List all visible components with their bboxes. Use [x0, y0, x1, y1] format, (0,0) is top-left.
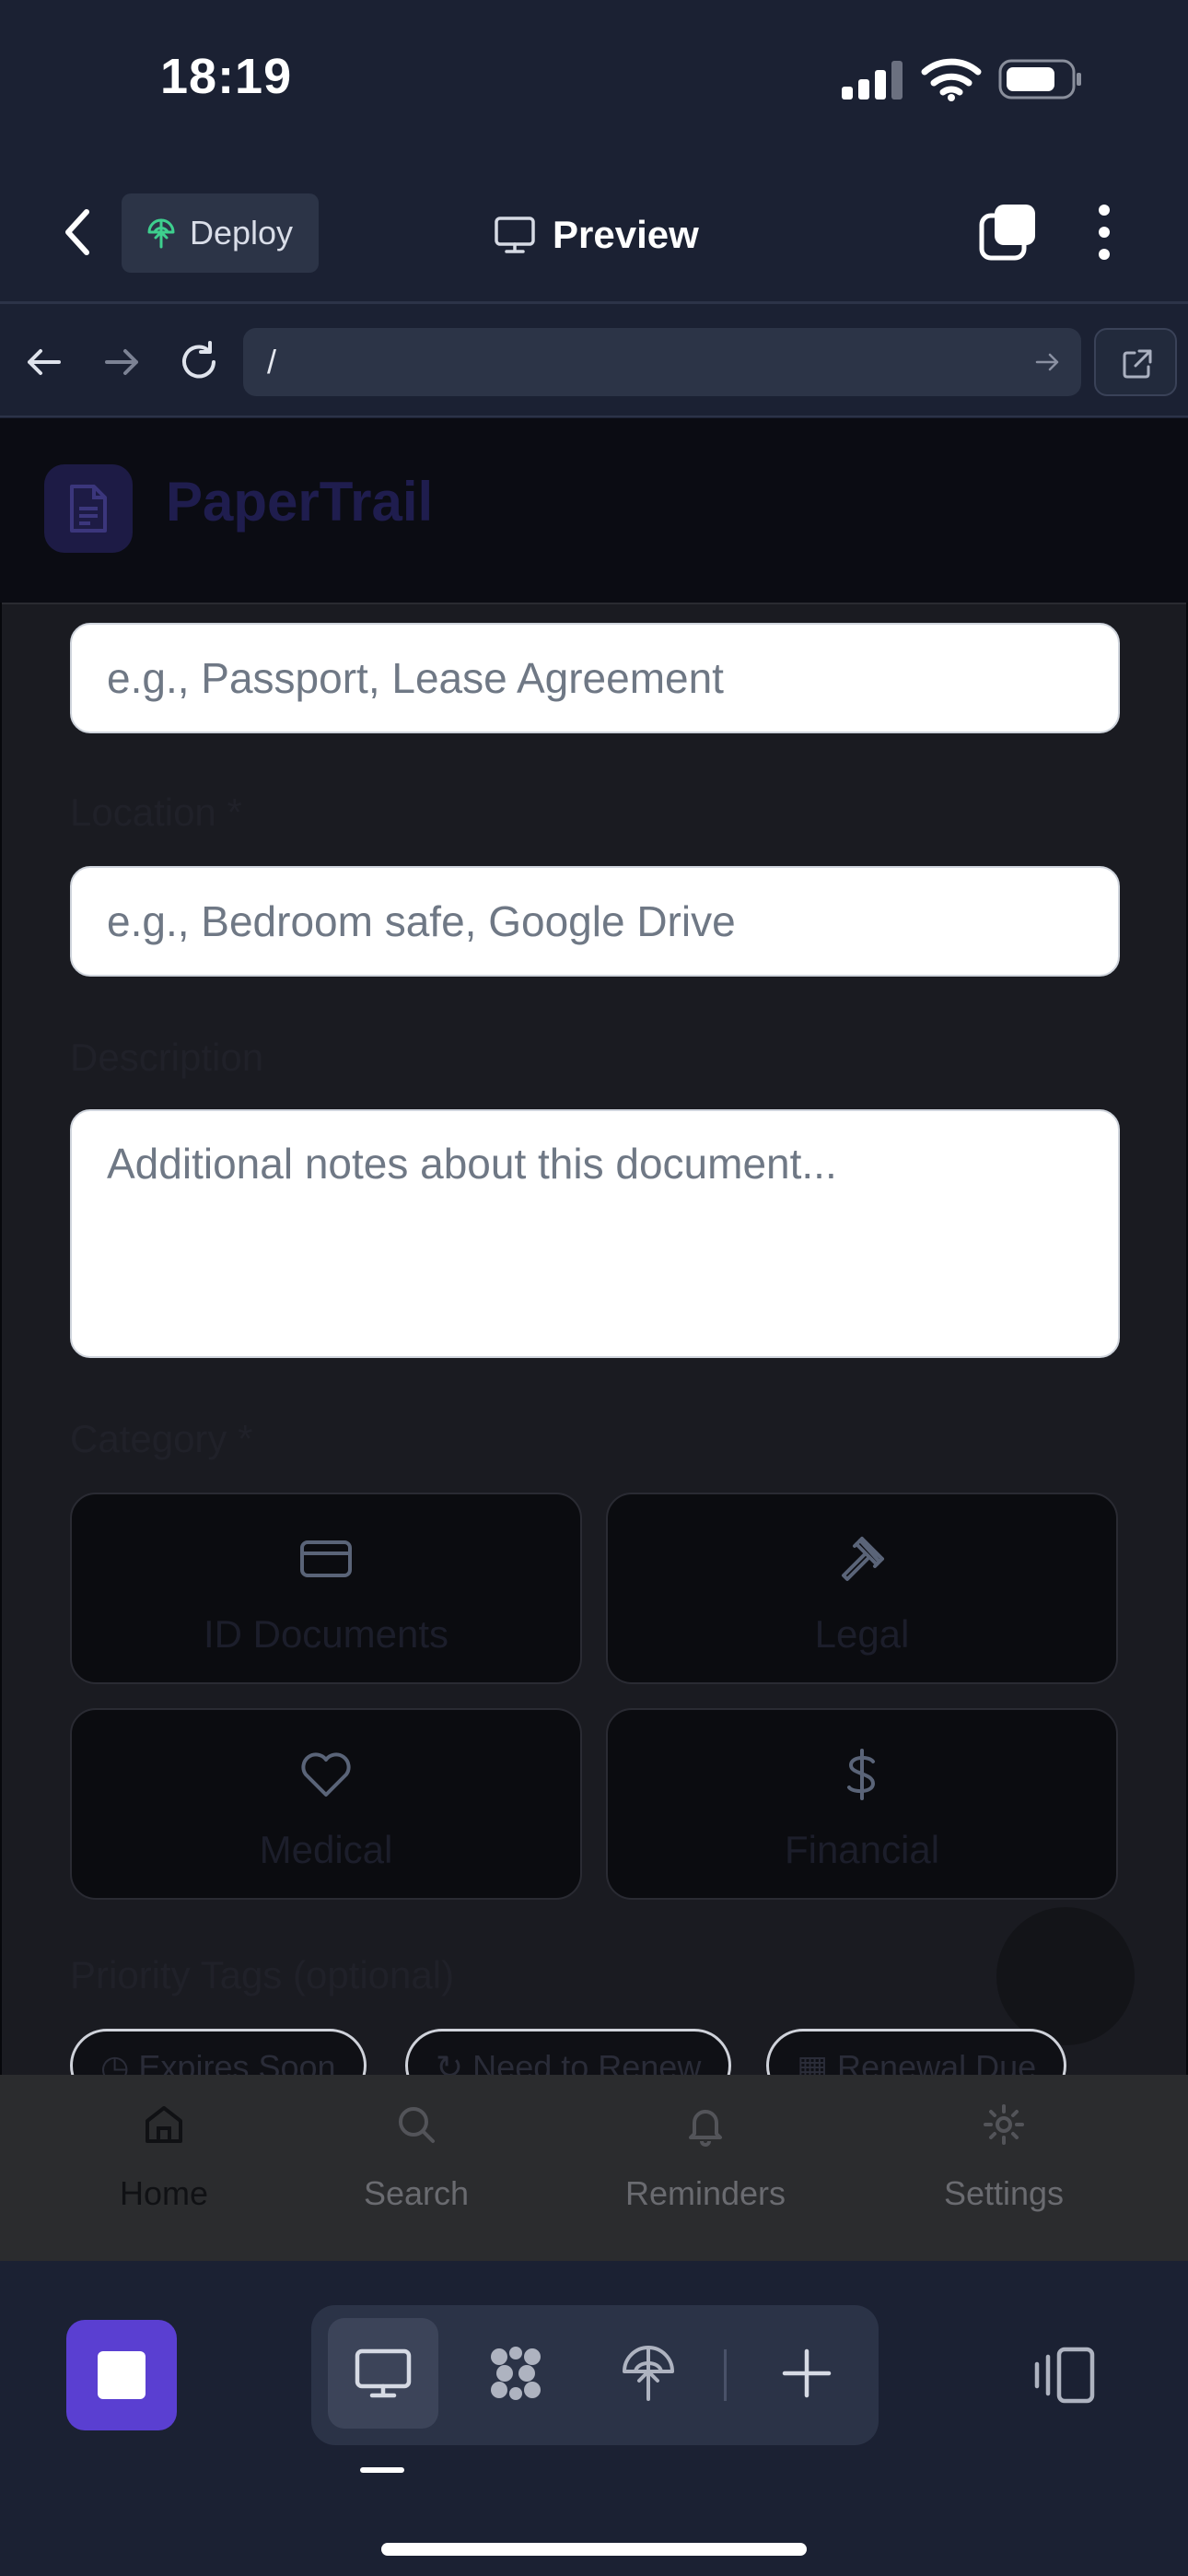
wifi-icon	[921, 58, 982, 101]
tool-group	[311, 2305, 879, 2445]
nav-home-label: Home	[119, 2174, 209, 2212]
site-bottom-nav: Home Search Reminders Settings	[0, 2075, 1188, 2261]
split-view-icon[interactable]	[1031, 2342, 1098, 2408]
open-external-button[interactable]	[1094, 328, 1177, 396]
clock-icon: ◷	[100, 2048, 139, 2075]
refresh-icon: ↻	[436, 2048, 473, 2075]
preview-tool[interactable]	[328, 2318, 438, 2429]
home-indicator	[381, 2543, 807, 2556]
category-financial[interactable]: Financial	[606, 1708, 1118, 1900]
workspace-tool[interactable]	[460, 2318, 571, 2429]
floating-action-button	[996, 1907, 1135, 2045]
tag-renewal-due-label: Renewal Due	[837, 2048, 1037, 2075]
category-id-documents[interactable]: ID Documents	[70, 1493, 582, 1684]
description-label: Description	[70, 1036, 264, 1079]
reload-icon[interactable]	[177, 340, 221, 384]
cellular-signal-icon	[842, 61, 903, 100]
nav-reminders[interactable]: Reminders	[604, 2102, 807, 2213]
deploy-tool[interactable]	[593, 2318, 704, 2429]
gavel-icon	[842, 1537, 884, 1581]
priority-tags-label: Priority Tags (optional)	[70, 1953, 455, 1996]
url-input[interactable]	[267, 337, 1004, 387]
category-medical[interactable]: Medical	[70, 1708, 582, 1900]
url-bar[interactable]	[243, 328, 1081, 396]
monitor-icon	[495, 217, 535, 253]
search-icon	[399, 2107, 435, 2143]
desktop-icon	[355, 2348, 412, 2398]
category-financial-label: Financial	[784, 1828, 940, 1871]
category-legal[interactable]: Legal	[606, 1493, 1118, 1684]
nav-search-label: Search	[363, 2174, 470, 2212]
clock: 18:19	[160, 49, 293, 104]
site-name: PaperTrail	[166, 471, 434, 533]
deploy-icon	[147, 218, 175, 249]
preview-title: Preview	[494, 203, 699, 267]
nav-home[interactable]: Home	[63, 2102, 265, 2213]
nav-settings-label: Settings	[943, 2174, 1065, 2212]
bottom-dock	[0, 2261, 1188, 2576]
description-field[interactable]	[70, 1109, 1120, 1358]
add-tool[interactable]	[751, 2318, 862, 2429]
tag-expires-soon-label: Expires Soon	[138, 2048, 336, 2075]
dollar-icon	[847, 1749, 876, 1800]
more-options-icon[interactable]	[1090, 203, 1118, 262]
battery-icon	[998, 59, 1081, 100]
category-medical-label: Medical	[259, 1828, 393, 1871]
nav-settings[interactable]: Settings	[903, 2102, 1105, 2213]
deploy-label: Deploy	[190, 214, 294, 252]
location-field[interactable]	[70, 866, 1120, 977]
category-label: Category *	[70, 1417, 253, 1460]
back-chevron-icon[interactable]	[55, 205, 101, 260]
stop-icon	[98, 2351, 146, 2399]
go-arrow-icon[interactable]	[1033, 348, 1061, 376]
tool-separator	[724, 2349, 727, 2401]
tag-need-to-renew[interactable]: ↻ Need to Renew	[405, 2029, 732, 2075]
heart-icon	[301, 1752, 351, 1797]
deploy-icon	[623, 2346, 674, 2401]
browser-bar	[0, 307, 1188, 417]
calendar-icon: ▦	[797, 2048, 838, 2075]
deploy-button[interactable]: Deploy	[122, 193, 319, 273]
add-document-modal: Location * Description Category * ID Doc…	[2, 603, 1186, 2075]
back-arrow-icon[interactable]	[22, 340, 66, 384]
location-label: Location *	[70, 790, 242, 834]
grid-icon	[491, 2347, 541, 2400]
site-header: PaperTrail	[0, 418, 1188, 603]
credit-card-icon	[300, 1540, 352, 1577]
external-link-icon	[1123, 349, 1152, 379]
document-name-input[interactable]	[72, 625, 1118, 732]
location-input[interactable]	[72, 868, 1118, 975]
category-legal-label: Legal	[814, 1612, 910, 1656]
tag-renewal-due[interactable]: ▦ Renewal Due	[766, 2029, 1067, 2075]
app-toolbar: Deploy Preview	[0, 166, 1188, 304]
forward-arrow-icon[interactable]	[99, 340, 144, 384]
app-logo	[44, 464, 133, 553]
document-name-field[interactable]	[70, 623, 1120, 733]
nav-reminders-label: Reminders	[624, 2174, 786, 2212]
preview-label: Preview	[553, 213, 699, 256]
description-textarea[interactable]	[72, 1111, 1118, 1356]
gear-icon	[984, 2104, 1024, 2145]
tabs-icon[interactable]	[978, 203, 1037, 262]
document-icon	[70, 485, 107, 533]
status-bar: 18:19	[0, 0, 1188, 166]
plus-icon	[782, 2348, 832, 2398]
category-id-documents-label: ID Documents	[203, 1612, 449, 1656]
tag-expires-soon[interactable]: ◷ Expires Soon	[70, 2029, 367, 2075]
tag-need-to-renew-label: Need to Renew	[472, 2048, 702, 2075]
home-icon	[146, 2106, 182, 2143]
bell-icon	[689, 2110, 722, 2147]
active-tool-indicator	[360, 2467, 404, 2473]
nav-search[interactable]: Search	[315, 2102, 518, 2213]
stop-button[interactable]	[66, 2320, 177, 2430]
